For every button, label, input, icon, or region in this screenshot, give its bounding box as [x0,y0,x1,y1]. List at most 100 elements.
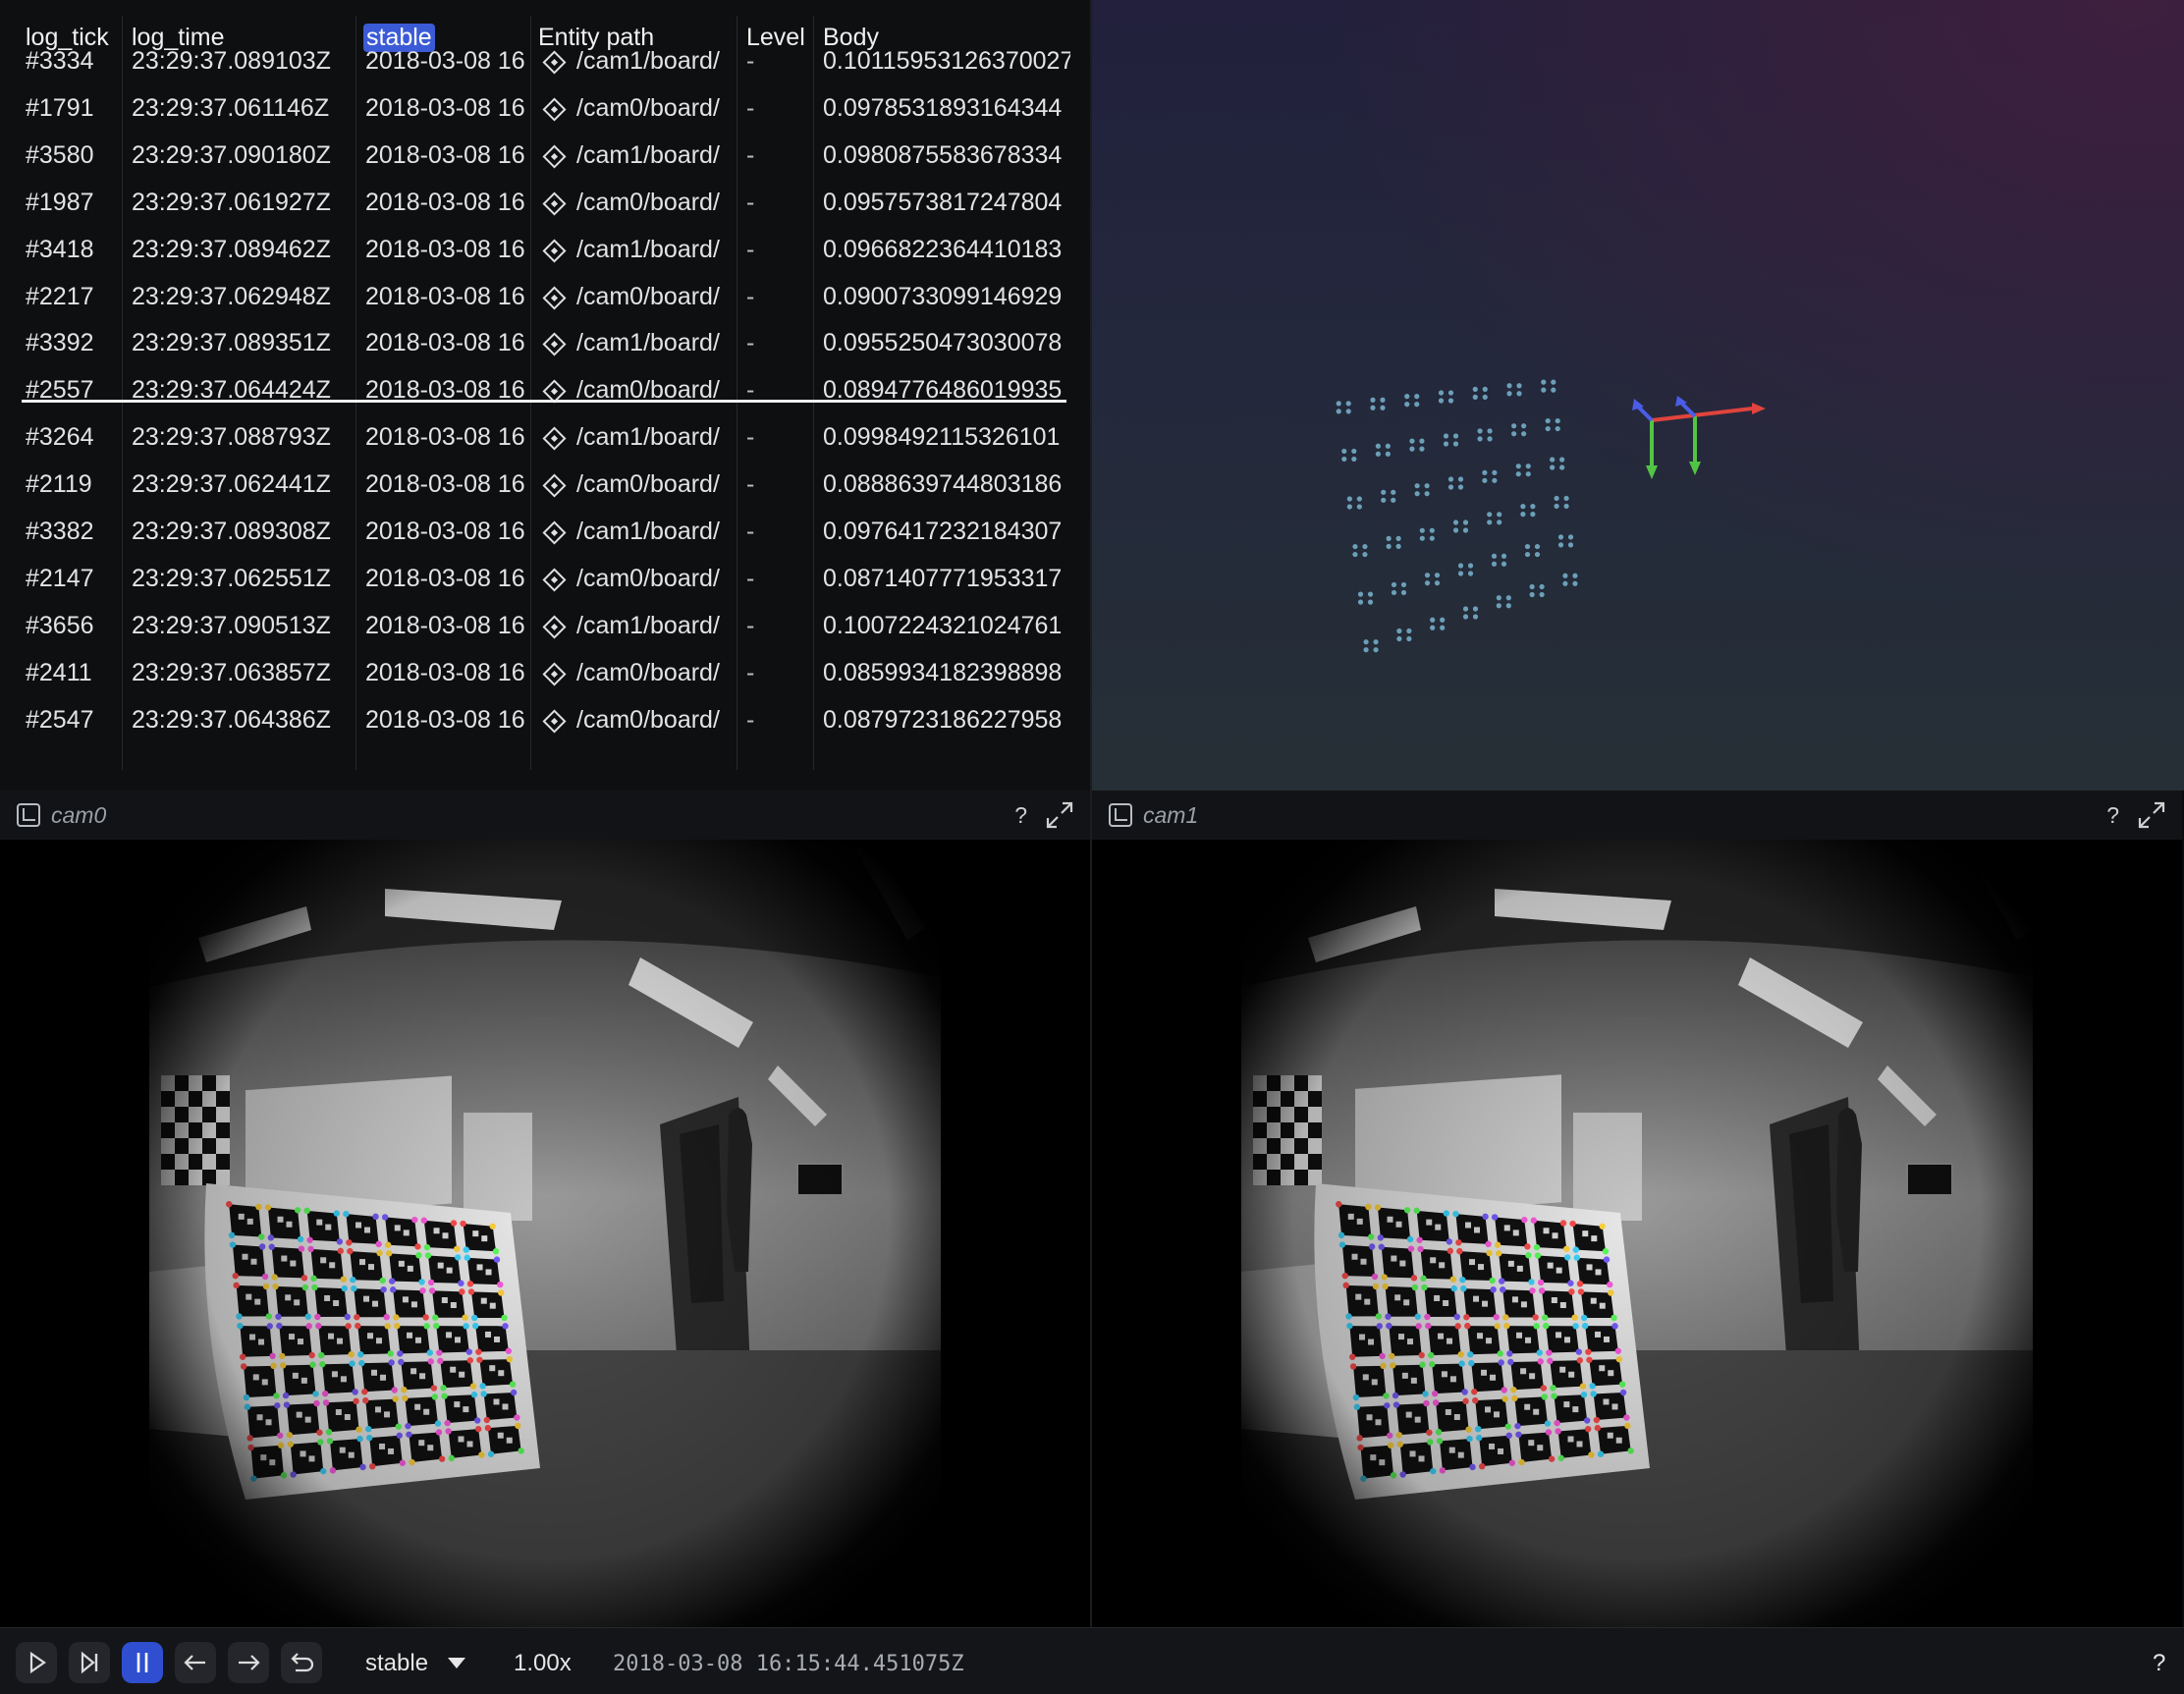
board-point [1529,591,1535,598]
board-point [1414,402,1420,408]
board-point [1482,477,1488,483]
board-point [1341,456,1347,463]
cell-entity-path[interactable]: /cam1/board/ [542,602,731,649]
help-button[interactable]: ? [2153,1650,2165,1677]
table-row[interactable]: #2147 23:29:37.062551Z 2018-03-08 16/cam0/… [0,555,1070,602]
axis-z [1636,405,1654,422]
board-point [1555,425,1560,432]
cell-stable: 2018-03-08 16 [365,659,524,686]
board-point [1534,551,1541,558]
board-point [1572,580,1578,586]
cell-entity-path[interactable]: /cam0/board/ [542,649,731,696]
board-point [1457,484,1464,490]
pause-button[interactable] [122,1642,163,1683]
board-point [1391,497,1396,503]
table-row[interactable]: #3418 23:29:37.089462Z 2018-03-08 16/cam1/… [0,226,1070,273]
board-point [1559,464,1565,470]
cell-entity-path[interactable]: /cam0/board/ [542,366,731,413]
table-row[interactable]: #2119 23:29:37.062441Z 2018-03-08 16/cam0/… [0,461,1070,508]
cell-entity-path[interactable]: /cam1/board/ [542,37,731,84]
board-point [1380,405,1386,410]
table-row[interactable]: #3656 23:29:37.090513Z 2018-03-08 16/cam1/… [0,602,1070,649]
table-row[interactable]: #3382 23:29:37.089308Z 2018-03-08 16/cam1/… [0,508,1070,555]
cam0-view[interactable]: cam0 ? [0,791,1090,1627]
entity-path-text: /cam0/board/ [576,470,720,498]
board-point [1563,495,1569,502]
cell-body: 0.0998492115326101 [823,423,1061,451]
table-row[interactable]: #1791 23:29:37.061146Z 2018-03-08 16/cam0/… [0,84,1070,132]
chevron-down-icon[interactable] [448,1658,465,1669]
table-row[interactable]: #3580 23:29:37.090180Z 2018-03-08 16/cam1/… [0,132,1070,179]
table-row[interactable]: #2217 23:29:37.062948Z 2018-03-08 16/cam0/… [0,273,1070,320]
board-point [1400,581,1407,588]
cell-entity-path[interactable]: /cam0/board/ [542,179,731,226]
table-row[interactable]: #2411 23:29:37.063857Z 2018-03-08 16/cam0/… [0,649,1070,696]
play-icon [29,1651,46,1674]
expand-icon[interactable] [1045,800,1074,830]
cell-entity-path[interactable]: /cam1/board/ [542,413,731,461]
board-point [1521,431,1527,437]
entity-icon [542,473,567,498]
entity-path-text: /cam0/board/ [576,283,720,310]
board-point [1515,471,1521,477]
loop-button[interactable] [281,1642,322,1683]
table-row[interactable]: #3392 23:29:37.089351Z 2018-03-08 16/cam1/… [0,319,1070,366]
board-point [1491,561,1498,567]
cell-entity-path[interactable]: /cam1/board/ [542,319,731,366]
log-table-panel: log_tick log_time stable Entity path Lev… [0,0,1090,791]
board-point [1477,436,1483,442]
cell-body: 0.0980875583678334 [823,141,1063,169]
cam1-view[interactable]: cam1 ? [1092,791,2182,1627]
cell-entity-path[interactable]: /cam0/board/ [542,273,731,320]
time-cursor-line[interactable] [22,400,1066,403]
cell-entity-path[interactable]: /cam0/board/ [542,555,731,602]
cell-entity-path[interactable]: /cam0/board/ [542,461,731,508]
board-point [1419,535,1425,541]
spatial-3d-view[interactable] [1092,0,2184,791]
board-point [1409,438,1415,444]
cell-level: - [746,329,755,356]
step-back-button[interactable] [175,1642,216,1683]
board-point [1557,534,1564,540]
board-point [1501,553,1507,559]
step-forward-button[interactable] [69,1642,110,1683]
cell-entity-path[interactable]: /cam1/board/ [542,226,731,273]
board-point [1511,431,1517,437]
cell-log-time: 23:29:37.063857Z [132,659,331,686]
table-row[interactable]: #2557 23:29:37.064424Z 2018-03-08 16/cam0/… [0,366,1070,413]
table-row[interactable]: #3264 23:29:37.088793Z 2018-03-08 16/cam1/… [0,413,1070,461]
cell-entity-path[interactable]: /cam0/board/ [542,696,731,743]
board-point [1487,519,1493,525]
entity-path-text: /cam1/board/ [576,518,720,545]
cell-log-tick: #2217 [26,283,94,310]
board-point [1497,512,1502,518]
board-point [1567,534,1574,540]
board-point [1391,589,1397,596]
cell-body: 0.0894776486019935 [823,376,1063,404]
cam1-image [1241,840,2033,1627]
cell-log-tick: #1987 [26,189,94,216]
table-row[interactable]: #3334 23:29:37.089103Z 2018-03-08 16/cam1/… [0,37,1070,84]
board-point [1492,469,1498,475]
entity-icon [542,239,567,263]
cell-log-time: 23:29:37.089308Z [132,518,331,545]
cell-entity-path[interactable]: /cam1/board/ [542,132,731,179]
cell-level: - [746,47,755,75]
help-button[interactable]: ? [2106,802,2119,829]
expand-icon[interactable] [2137,800,2166,830]
help-button[interactable]: ? [1014,802,1027,829]
cell-stable: 2018-03-08 16 [365,470,524,498]
table-row[interactable]: #2547 23:29:37.064386Z 2018-03-08 16/cam0/… [0,696,1070,743]
table-row[interactable]: #1987 23:29:37.061927Z 2018-03-08 16/cam0/… [0,179,1070,226]
cell-entity-path[interactable]: /cam0/board/ [542,84,731,132]
board-point [1370,397,1376,403]
step-next-button[interactable] [228,1642,269,1683]
play-button[interactable] [16,1642,57,1683]
entity-path-text: /cam1/board/ [576,612,720,639]
cell-entity-path[interactable]: /cam1/board/ [542,508,731,555]
cell-body: 0.0976417232184307 [823,518,1063,545]
board-point [1501,561,1507,567]
playback-speed[interactable]: 1.00x [514,1650,572,1677]
timeline-selector[interactable]: stable [365,1650,428,1677]
current-time[interactable]: 2018-03-08 16:15:44.451075Z [613,1652,964,1676]
